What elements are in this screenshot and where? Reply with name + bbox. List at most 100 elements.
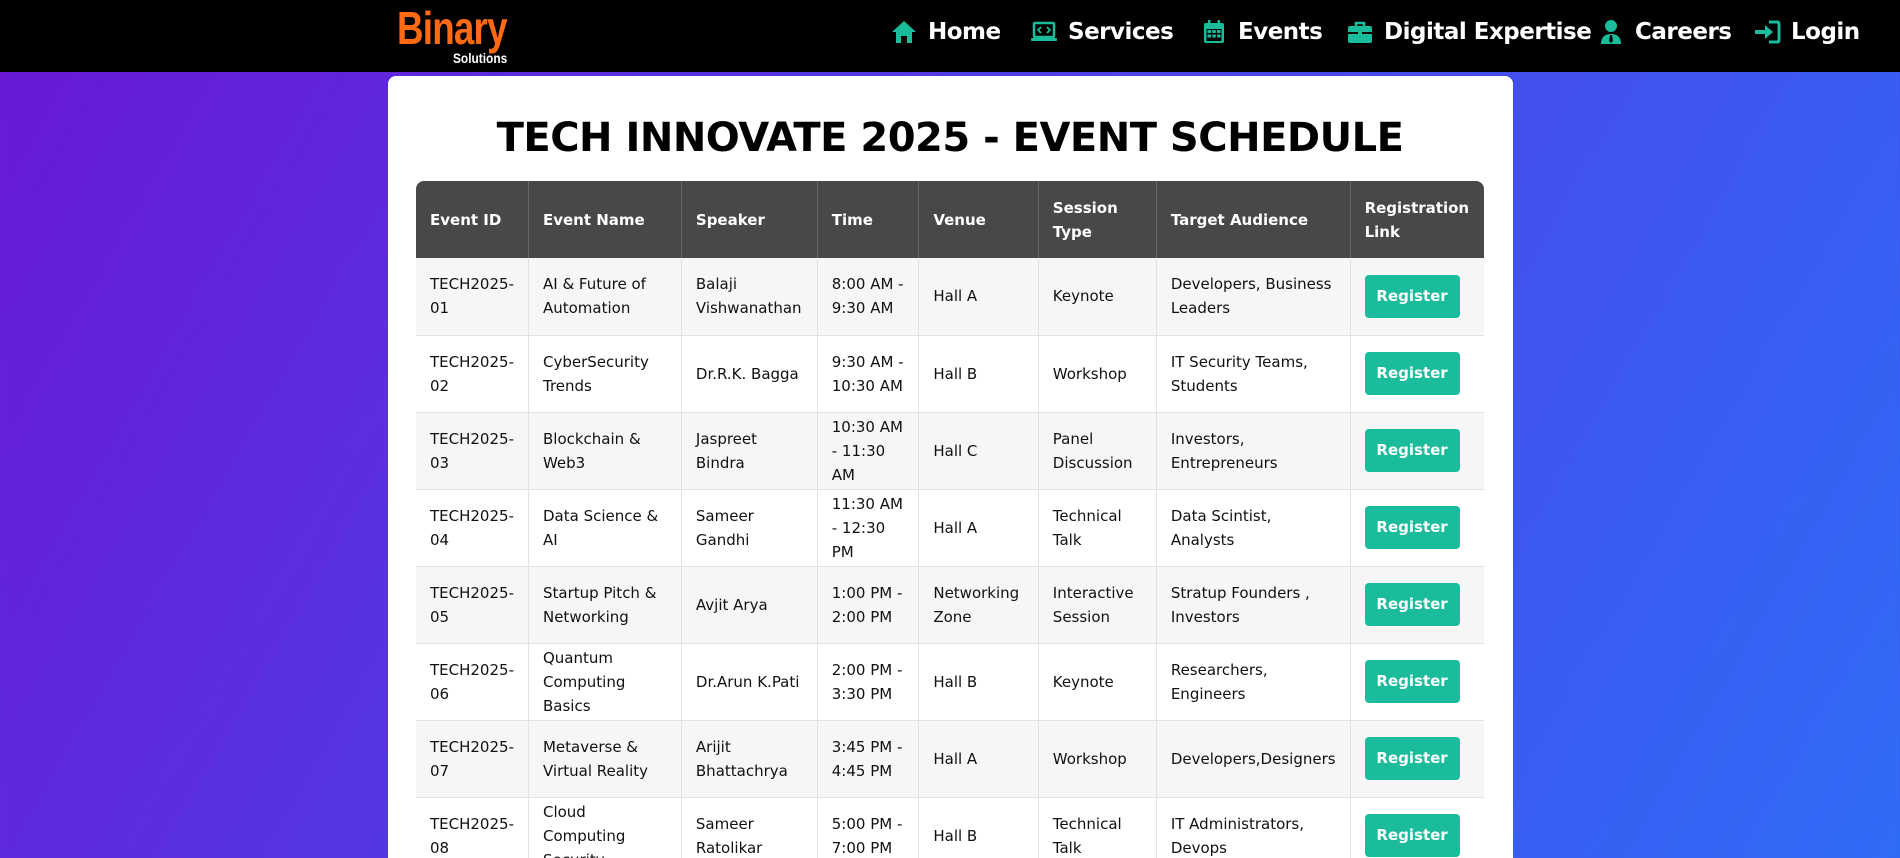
speaker-cell: Dr.Arun K.Pati — [681, 643, 818, 721]
speaker-cell: Dr.R.K. Bagga — [681, 335, 818, 413]
session-type-cell: Technical Talk — [1038, 489, 1157, 567]
table-row: TECH2025-03 Blockchain & Web3 Jaspreet B… — [416, 412, 1484, 490]
register-button[interactable]: Register — [1364, 814, 1460, 857]
table-row: TECH2025-04 Data Science & AI Sameer Gan… — [416, 489, 1484, 567]
column-header: Target Audience — [1156, 181, 1351, 258]
registration-cell: Register — [1350, 797, 1484, 858]
event-id-cell: TECH2025-01 — [416, 258, 529, 336]
table-row: TECH2025-02 CyberSecurity Trends Dr.R.K.… — [416, 335, 1484, 413]
nav-login[interactable]: Login — [1753, 14, 1860, 50]
registration-cell: Register — [1350, 412, 1484, 490]
table-row: TECH2025-08 Cloud Computing Security Sam… — [416, 797, 1484, 858]
column-header: Event ID — [416, 181, 529, 258]
registration-cell: Register — [1350, 489, 1484, 567]
event-id-cell: TECH2025-02 — [416, 335, 529, 413]
event-id-cell: TECH2025-04 — [416, 489, 529, 567]
sign-in-icon — [1755, 20, 1781, 44]
table-row: TECH2025-07 Metaverse & Virtual Reality … — [416, 720, 1484, 798]
time-cell: 5:00 PM - 7:00 PM — [817, 797, 920, 858]
registration-cell: Register — [1350, 335, 1484, 413]
venue-cell: Hall A — [918, 720, 1039, 798]
table-header-row: Event ID Event Name Speaker Time Venue S… — [416, 181, 1484, 258]
user-tie-icon — [1601, 20, 1621, 44]
briefcase-icon — [1348, 21, 1372, 43]
calendar-icon — [1204, 20, 1224, 43]
column-header: Speaker — [681, 181, 818, 258]
time-cell: 3:45 PM - 4:45 PM — [817, 720, 920, 798]
time-cell: 11:30 AM - 12:30 PM — [817, 489, 920, 567]
event-name-cell: Quantum Computing Basics — [528, 643, 682, 721]
venue-cell: Hall A — [918, 258, 1039, 336]
registration-cell: Register — [1350, 720, 1484, 798]
registration-cell: Register — [1350, 258, 1484, 336]
column-header: Time — [817, 181, 920, 258]
event-name-cell: AI & Future of Automation — [528, 258, 682, 336]
time-cell: 10:30 AM - 11:30 AM — [817, 412, 920, 490]
page-title: TECH INNOVATE 2025 - EVENT SCHEDULE — [496, 115, 1404, 161]
column-header: Venue — [918, 181, 1039, 258]
nav-events[interactable]: Events — [1200, 14, 1323, 50]
speaker-cell: Arijit Bhattachrya — [681, 720, 818, 798]
nav-digital-expertise-label: Digital Expertise — [1384, 19, 1592, 45]
table-row: TECH2025-06 Quantum Computing Basics Dr.… — [416, 643, 1484, 721]
column-header: Registration Link — [1350, 181, 1484, 258]
register-button[interactable]: Register — [1364, 737, 1460, 780]
nav-services[interactable]: Services — [1030, 14, 1174, 50]
session-type-cell: Workshop — [1038, 335, 1157, 413]
brand-logo[interactable]: Binary Solutions — [397, 2, 517, 66]
audience-cell: IT Security Teams, Students — [1156, 335, 1351, 413]
column-header: Event Name — [528, 181, 682, 258]
top-navbar: Binary Solutions Home Services Events Di… — [0, 0, 1900, 72]
table-row: TECH2025-01 AI & Future of Automation Ba… — [416, 258, 1484, 336]
register-button[interactable]: Register — [1364, 583, 1460, 626]
time-cell: 8:00 AM - 9:30 AM — [817, 258, 920, 336]
nav-home[interactable]: Home — [890, 14, 1001, 50]
audience-cell: Investors, Entrepreneurs — [1156, 412, 1351, 490]
venue-cell: Hall A — [918, 489, 1039, 567]
audience-cell: Researchers, Engineers — [1156, 643, 1351, 721]
time-cell: 1:00 PM - 2:00 PM — [817, 566, 920, 644]
venue-cell: Networking Zone — [918, 566, 1039, 644]
home-icon — [892, 21, 916, 43]
session-type-cell: Workshop — [1038, 720, 1157, 798]
time-cell: 9:30 AM - 10:30 AM — [817, 335, 920, 413]
event-name-cell: Data Science & AI — [528, 489, 682, 567]
event-name-cell: Blockchain & Web3 — [528, 412, 682, 490]
nav-careers-label: Careers — [1635, 19, 1732, 45]
register-button[interactable]: Register — [1364, 352, 1460, 395]
event-id-cell: TECH2025-05 — [416, 566, 529, 644]
audience-cell: Stratup Founders , Investors — [1156, 566, 1351, 644]
event-name-cell: CyberSecurity Trends — [528, 335, 682, 413]
logo-sub-text: Solutions — [453, 50, 508, 66]
registration-cell: Register — [1350, 643, 1484, 721]
register-button[interactable]: Register — [1364, 506, 1460, 549]
register-button[interactable]: Register — [1364, 660, 1460, 703]
registration-cell: Register — [1350, 566, 1484, 644]
event-name-cell: Startup Pitch & Networking — [528, 566, 682, 644]
event-id-cell: TECH2025-03 — [416, 412, 529, 490]
nav-login-label: Login — [1791, 19, 1860, 45]
time-cell: 2:00 PM - 3:30 PM — [817, 643, 920, 721]
audience-cell: Data Scintist, Analysts — [1156, 489, 1351, 567]
event-id-cell: TECH2025-06 — [416, 643, 529, 721]
nav-careers[interactable]: Careers — [1597, 14, 1732, 50]
nav-digital-expertise[interactable]: Digital Expertise — [1346, 14, 1592, 50]
event-name-cell: Metaverse & Virtual Reality — [528, 720, 682, 798]
event-id-cell: TECH2025-08 — [416, 797, 529, 858]
register-button[interactable]: Register — [1364, 274, 1460, 318]
session-type-cell: Technical Talk — [1038, 797, 1157, 858]
venue-cell: Hall B — [918, 335, 1039, 413]
venue-cell: Hall B — [918, 643, 1039, 721]
column-header: Session Type — [1038, 181, 1157, 258]
venue-cell: Hall C — [918, 412, 1039, 490]
laptop-code-icon — [1031, 21, 1057, 41]
nav-events-label: Events — [1238, 19, 1323, 45]
session-type-cell: Keynote — [1038, 258, 1157, 336]
register-button[interactable]: Register — [1364, 429, 1460, 472]
speaker-cell: Jaspreet Bindra — [681, 412, 818, 490]
session-type-cell: Panel Discussion — [1038, 412, 1157, 490]
nav-home-label: Home — [928, 19, 1001, 45]
audience-cell: IT Administrators, Devops — [1156, 797, 1351, 858]
speaker-cell: Sameer Gandhi — [681, 489, 818, 567]
speaker-cell: Balaji Vishwanathan — [681, 258, 818, 336]
